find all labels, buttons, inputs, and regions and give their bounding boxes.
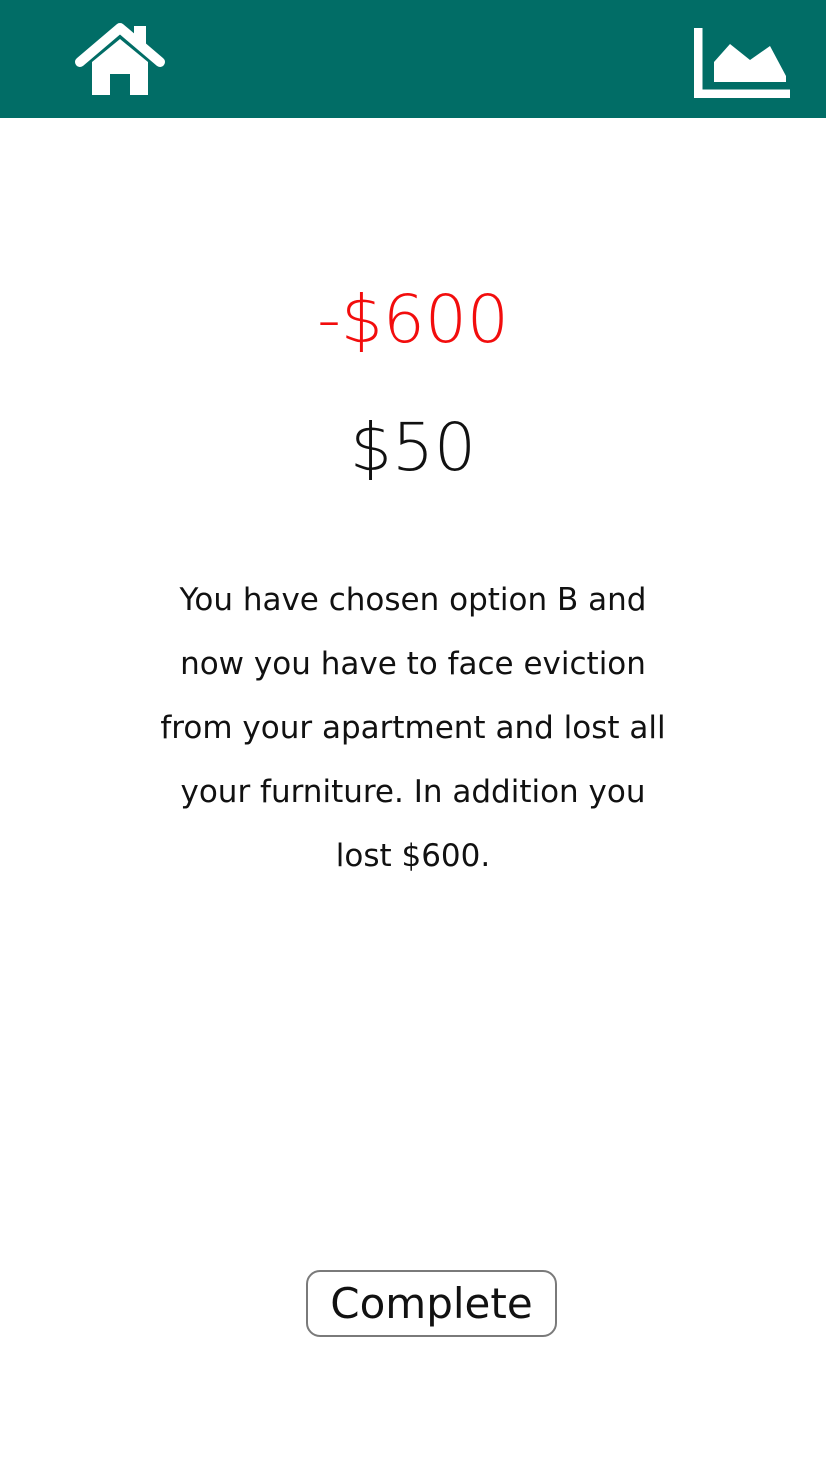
outcome-message: You have chosen option B and now you hav…: [160, 582, 666, 874]
area-chart-icon: [693, 28, 790, 99]
balance-value: $50: [350, 409, 476, 486]
stats-button[interactable]: [693, 26, 794, 99]
app-header: [0, 0, 826, 118]
home-icon: [75, 23, 165, 95]
home-button[interactable]: [72, 22, 168, 100]
complete-button[interactable]: Complete: [306, 1270, 557, 1337]
amount-change-value: -$600: [317, 281, 509, 358]
